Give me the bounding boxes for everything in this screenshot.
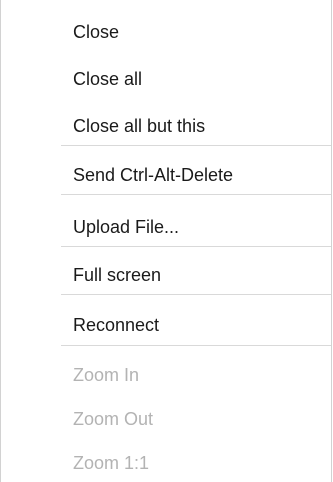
menu-item-upload-file[interactable]: Upload File... (73, 215, 179, 239)
menu-item-close-all[interactable]: Close all (73, 67, 142, 91)
menu-separator (61, 345, 331, 346)
menu-separator (61, 246, 331, 247)
menu-item-zoom-1-1: Zoom 1:1 (73, 453, 150, 473)
menu-item-full-screen[interactable]: Full screen (73, 263, 161, 287)
menu-item-send-ctrl-alt-delete[interactable]: Send Ctrl-Alt-Delete (73, 163, 233, 187)
menu-separator (61, 294, 331, 295)
menu-item-zoom-in: Zoom In (73, 365, 140, 385)
menu-item-zoom-out: Zoom Out (73, 409, 154, 429)
menu-item-close-all-but-this[interactable]: Close all but this (73, 114, 205, 138)
menu-separator (61, 194, 331, 195)
menu-item-reconnect[interactable]: Reconnect (73, 313, 159, 337)
menu-separator (61, 145, 331, 146)
context-menu: Close Close all Close all but this Send … (0, 0, 332, 482)
menu-item-close[interactable]: Close (73, 20, 119, 44)
